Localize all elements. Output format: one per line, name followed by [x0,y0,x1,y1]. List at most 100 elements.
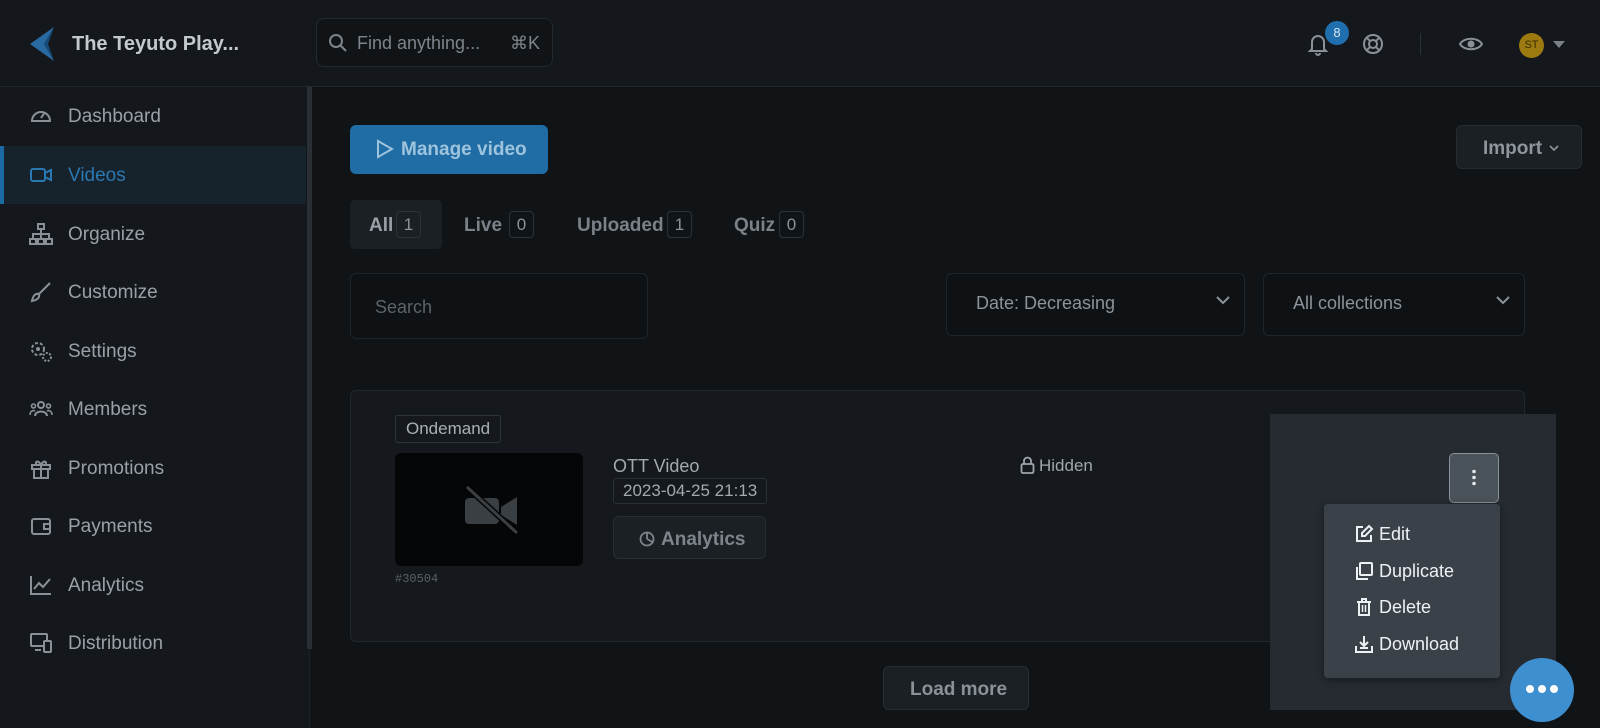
pie-chart-icon [639,531,655,547]
video-thumbnail[interactable] [395,453,583,566]
sidebar-item-settings[interactable]: Settings [0,322,306,380]
menu-item-label: Duplicate [1379,560,1455,581]
trash-icon [1357,598,1371,616]
sidebar-item-members[interactable]: Members [0,380,306,438]
tab-uploaded[interactable]: Uploaded 1 [567,200,707,249]
search-shortcut: ⌘K [509,33,540,53]
sidebar-item-label: Customize [68,282,158,303]
menu-item-delete[interactable]: Delete [1354,592,1431,622]
sidebar-item-label: Members [68,399,148,420]
tab-count: 1 [667,211,692,238]
import-button[interactable]: Import [1456,125,1582,169]
tab-count: 0 [779,211,804,238]
sidebar: Dashboard Videos Organize Customize Sett… [0,87,310,728]
sidebar-item-label: Analytics [68,575,145,596]
sidebar-item-customize[interactable]: Customize [0,263,306,321]
video-search-input[interactable]: Search [350,273,648,339]
menu-item-label: Delete [1379,596,1432,617]
caret-down-icon [1549,145,1559,152]
sidebar-scrollbar[interactable] [307,87,312,649]
video-title[interactable]: OTT Video [613,456,699,477]
tab-label: Live [464,215,503,236]
sidebar-item-promotions[interactable]: Promotions [0,439,306,497]
menu-item-download[interactable]: Download [1354,629,1459,659]
collection-select-value: All collections [1293,293,1403,313]
wallet-icon [31,518,51,535]
chat-widget-button[interactable] [1510,658,1574,722]
menu-item-label: Download [1379,633,1460,654]
tab-count: 1 [396,211,421,238]
tab-all[interactable]: All 1 [350,200,442,249]
global-search[interactable]: Find anything... ⌘K [316,18,553,67]
copy-icon [1356,562,1373,580]
video-off-icon [464,485,520,535]
sidebar-item-label: Settings [68,341,137,362]
edit-icon [1356,524,1374,542]
sidebar-item-label: Dashboard [68,106,161,127]
tab-label: Uploaded [577,215,664,236]
context-menu: Edit Duplicate Delete Download [1324,504,1500,678]
top-bar: The Teyuto Play... Find anything... ⌘K 8… [0,0,1600,87]
menu-item-edit[interactable]: Edit [1354,519,1410,549]
chat-dots-icon [1526,685,1558,693]
tab-label: Quiz [734,215,776,236]
sidebar-item-payments[interactable]: Payments [0,497,306,555]
sidebar-item-videos[interactable]: Videos [0,146,306,204]
search-icon [329,34,347,52]
collection-select[interactable]: All collections [1263,273,1525,336]
chevron-down-icon[interactable] [1553,41,1565,48]
more-options-button[interactable] [1449,453,1499,503]
play-icon [377,139,394,159]
menu-item-label: Edit [1379,523,1411,544]
tab-count: 0 [509,211,534,238]
sidebar-item-label: Distribution [68,633,164,654]
video-id: #30504 [395,572,439,586]
video-type-tag: Ondemand [395,415,502,443]
tab-label: All [369,215,394,236]
lock-icon [1020,456,1035,474]
download-icon [1355,636,1373,653]
devices-icon [30,633,52,653]
teyuto-logo-icon[interactable] [28,26,56,62]
menu-item-duplicate[interactable]: Duplicate [1354,556,1454,586]
video-camera-icon [30,168,52,182]
users-icon [29,401,53,417]
video-date: 2023-04-25 21:13 [613,478,768,504]
sidebar-item-label: Organize [68,224,146,245]
sidebar-item-label: Payments [68,516,153,537]
eye-icon[interactable] [1459,32,1483,56]
video-search-placeholder: Search [375,297,433,317]
gift-icon [31,460,51,479]
notification-badge: 8 [1325,21,1349,45]
tab-live[interactable]: Live 0 [452,200,549,249]
gauge-icon [30,111,52,122]
brush-icon [30,282,51,303]
sidebar-item-label: Promotions [68,458,165,479]
manage-video-label: Manage video [401,139,527,160]
sidebar-item-label: Videos [68,165,126,186]
import-label: Import [1483,138,1543,159]
analytics-button[interactable]: Analytics [613,516,766,559]
load-more-button[interactable]: Load more [883,666,1029,710]
chevron-down-icon [1496,296,1510,305]
visibility-label: Hidden [1039,456,1093,475]
sidebar-item-organize[interactable]: Organize [0,205,306,263]
sidebar-item-dashboard[interactable]: Dashboard [0,87,306,145]
line-chart-icon [30,576,51,595]
sidebar-item-distribution[interactable]: Distribution [0,614,306,672]
header-divider [1420,33,1421,55]
sidebar-item-analytics[interactable]: Analytics [0,556,306,614]
global-search-placeholder: Find anything... [357,33,481,53]
analytics-label: Analytics [661,529,746,550]
workspace-name[interactable]: The Teyuto Play... [72,33,239,56]
kebab-icon [1472,469,1476,486]
sort-select[interactable]: Date: Decreasing [946,273,1245,336]
support-lifebuoy-icon[interactable] [1361,32,1385,56]
gears-icon [31,342,52,362]
chevron-down-icon [1216,296,1230,305]
user-avatar[interactable]: ST [1519,33,1544,58]
load-more-label: Load more [910,679,1008,700]
tab-quiz[interactable]: Quiz 0 [724,200,824,249]
manage-video-button[interactable]: Manage video [350,125,548,174]
sitemap-icon [29,223,53,245]
